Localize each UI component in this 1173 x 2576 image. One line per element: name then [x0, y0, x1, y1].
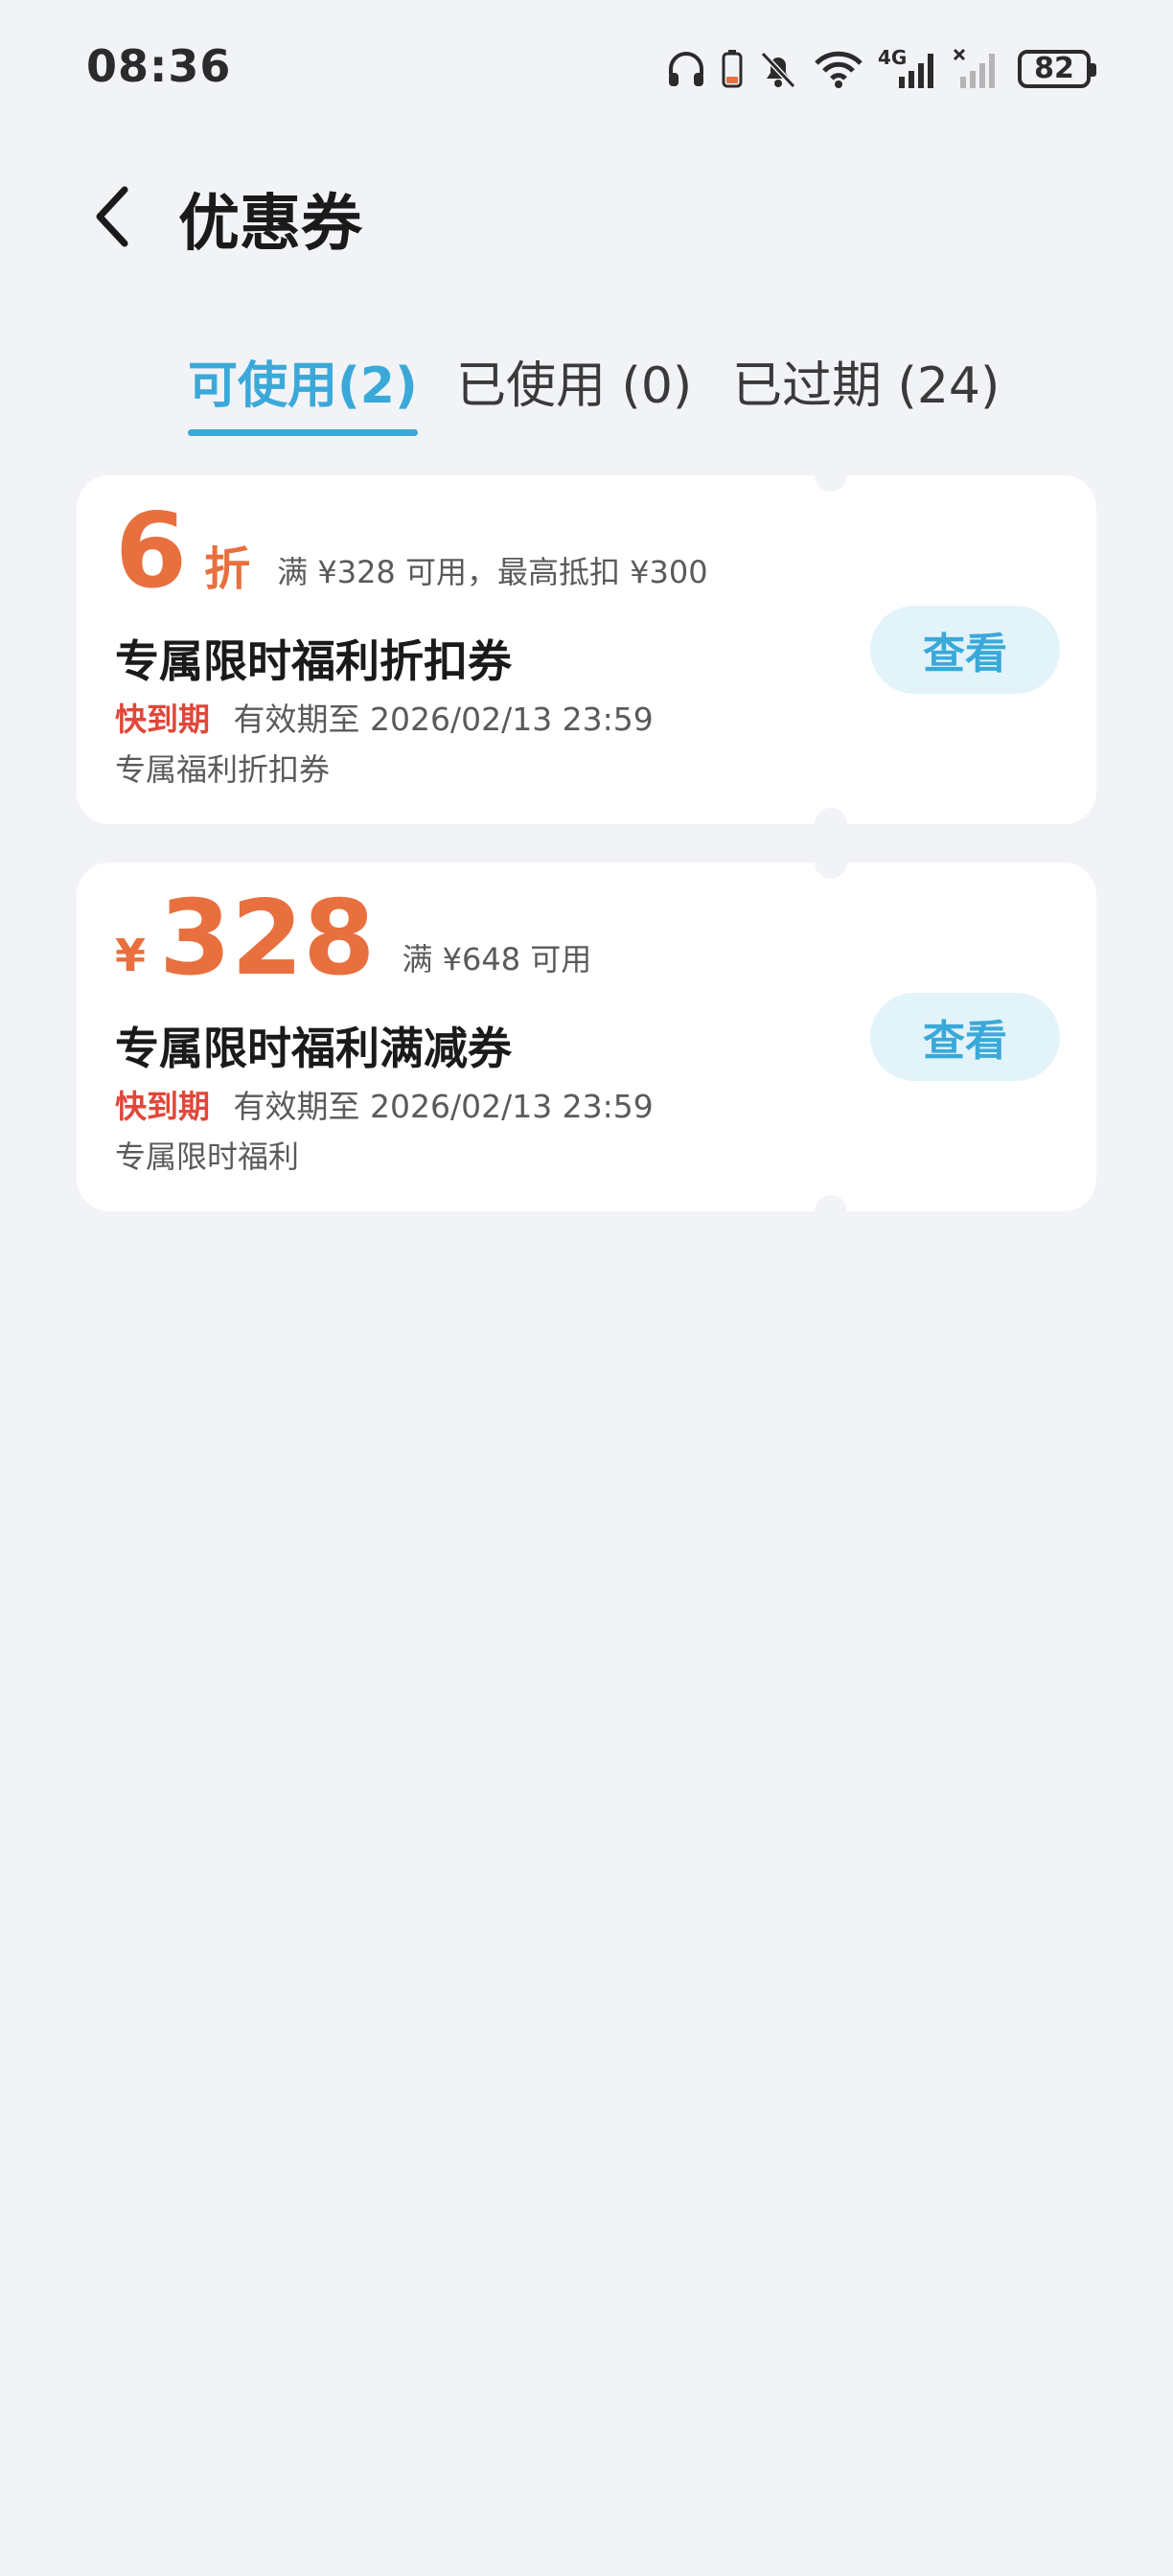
signal-no-sim-icon	[953, 48, 1004, 90]
coupon-value: 328	[159, 879, 376, 999]
coupon-page: 08:36 4G 82 优惠券 可使用(2) 已使用 (0) 已过期 (24) …	[0, 0, 1173, 2576]
active-tab-underline	[188, 429, 418, 436]
coupon-name: 专属限时福利折扣券	[115, 635, 512, 687]
status-icons: 4G 82	[665, 42, 1096, 96]
coupon-value: 6	[115, 492, 188, 611]
network-type: 4G	[878, 46, 908, 69]
ticket-notch	[815, 459, 847, 492]
coupon-card: 6 折 满 ¥328 可用，最高抵扣 ¥300 专属限时福利折扣券 快到期 有效…	[77, 459, 1096, 840]
status-bar: 08:36 4G 82	[0, 0, 1173, 134]
coupon-condition: 满 ¥328 可用，最高抵扣 ¥300	[277, 554, 708, 590]
ticket-notch	[815, 846, 847, 879]
valid-until: 有效期至 2026/02/13 23:59	[233, 1088, 654, 1125]
tab-used[interactable]: 已使用 (0)	[456, 345, 692, 417]
expiring-badge: 快到期	[115, 1088, 210, 1125]
coupon-unit: 折	[204, 542, 251, 596]
phone-battery-icon	[721, 48, 744, 90]
tab-expired[interactable]: 已过期 (24)	[732, 345, 1000, 417]
battery-icon: 82	[1018, 50, 1096, 88]
coupon-value-row: ¥ 328 满 ¥648 可用	[115, 886, 591, 991]
coupon-currency: ¥	[115, 930, 147, 981]
valid-until: 有效期至 2026/02/13 23:59	[233, 701, 654, 738]
coupon-description: 专属福利折扣券	[115, 751, 331, 788]
tab-label: 可使用(2)	[188, 357, 418, 415]
coupon-expiry: 快到期 有效期至 2026/02/13 23:59	[115, 1081, 654, 1127]
status-time: 08:36	[86, 40, 232, 92]
coupon-condition: 满 ¥648 可用	[402, 941, 592, 978]
expiring-badge: 快到期	[115, 701, 210, 738]
coupon-card: ¥ 328 满 ¥648 可用 专属限时福利满减券 快到期 有效期至 2026/…	[77, 846, 1096, 1228]
headphones-icon	[665, 48, 707, 90]
coupon-value-row: 6 折 满 ¥328 可用，最高抵扣 ¥300	[115, 498, 708, 604]
chevron-left-icon[interactable]	[88, 182, 142, 251]
tab-label: 已过期 (24)	[732, 357, 1000, 415]
view-coupon-button[interactable]: 查看	[870, 606, 1060, 694]
coupon-expiry: 快到期 有效期至 2026/02/13 23:59	[115, 694, 654, 740]
battery-level: 82	[1034, 52, 1074, 85]
page-title: 优惠券	[178, 189, 362, 260]
ticket-notch	[815, 808, 847, 840]
tab-label: 已使用 (0)	[456, 357, 693, 415]
bell-mute-icon	[757, 48, 799, 90]
tab-available[interactable]: 可使用(2)	[188, 345, 418, 436]
coupon-tabs: 可使用(2) 已使用 (0) 已过期 (24)	[0, 345, 1173, 450]
signal-4g-icon: 4G	[878, 46, 939, 90]
coupon-name: 专属限时福利满减券	[115, 1023, 512, 1074]
view-coupon-button[interactable]: 查看	[870, 993, 1060, 1081]
header: 优惠券	[0, 153, 1173, 268]
coupon-description: 专属限时福利	[115, 1138, 300, 1175]
wifi-icon	[813, 48, 864, 90]
ticket-notch	[815, 1195, 847, 1228]
